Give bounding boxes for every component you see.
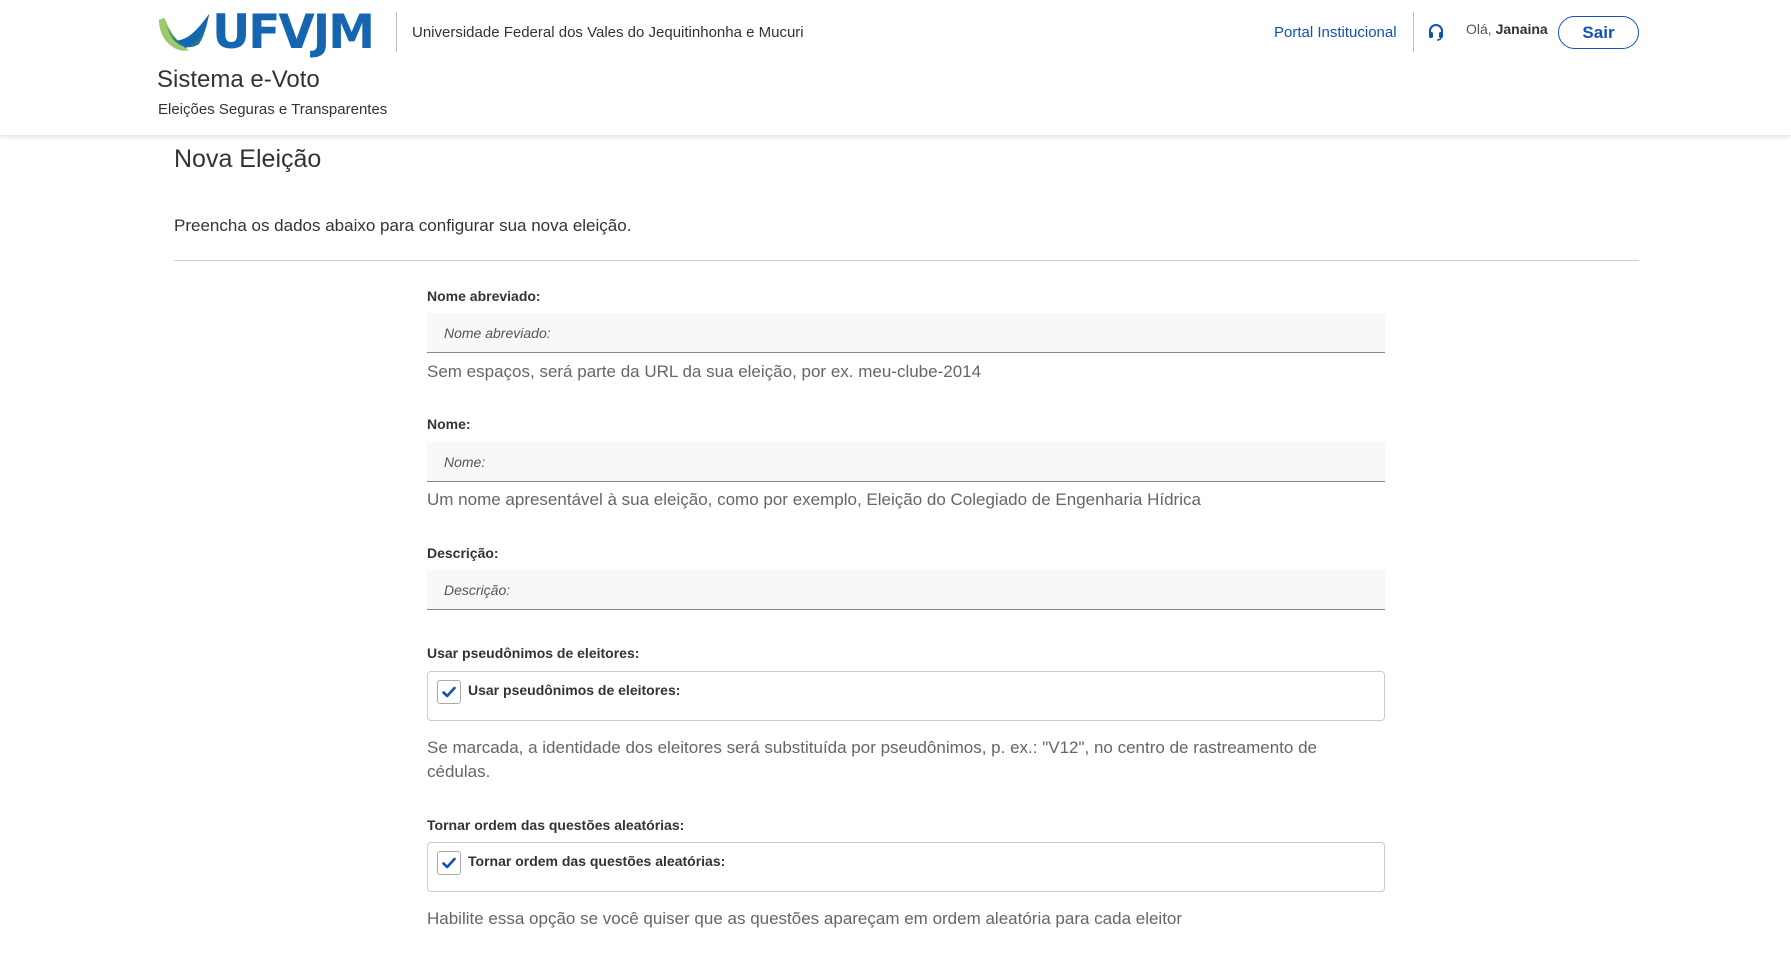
page-intro: Preencha os dados abaixo para configurar…	[174, 216, 632, 235]
content-divider	[174, 260, 1639, 261]
top-header: UFVJM Universidade Federal dos Vales do …	[0, 0, 1791, 135]
logout-button[interactable]: Sair	[1558, 16, 1639, 49]
university-name: Universidade Federal dos Vales do Jequit…	[412, 24, 804, 41]
name-help: Um nome apresentável à sua eleição, como…	[427, 490, 1201, 509]
random-order-checkbox[interactable]	[437, 851, 461, 875]
portal-institucional-link[interactable]: Portal Institucional	[1274, 24, 1397, 41]
description-label: Descrição:	[427, 545, 499, 561]
short-name-label: Nome abreviado:	[427, 288, 541, 304]
greeting-text: Olá,	[1466, 21, 1492, 37]
pseudonyms-checkbox[interactable]	[437, 680, 461, 704]
system-subtitle: Eleições Seguras e Transparentes	[158, 101, 388, 118]
logo-text: UFVJM	[212, 5, 375, 60]
pseudonyms-checkbox-container: Usar pseudônimos de eleitores:	[427, 671, 1385, 721]
random-order-checkbox-label[interactable]: Tornar ordem das questões aleatórias:	[468, 853, 725, 869]
system-title: Sistema e-Voto	[157, 66, 320, 93]
checkmark-icon	[442, 857, 456, 869]
random-order-help: Habilite essa opção se você quiser que a…	[427, 909, 1183, 928]
leaf-logo-icon	[158, 14, 210, 51]
checkmark-icon	[442, 686, 456, 698]
short-name-help: Sem espaços, será parte da URL da sua el…	[427, 362, 982, 381]
name-label: Nome:	[427, 416, 471, 432]
headset-icon[interactable]	[1427, 23, 1445, 41]
pseudonyms-help: Se marcada, a identidade dos eleitores s…	[427, 738, 1317, 781]
header-divider	[396, 12, 397, 52]
user-name: Janaina	[1495, 21, 1548, 37]
short-name-input[interactable]	[427, 313, 1385, 353]
page-title: Nova Eleição	[174, 145, 322, 173]
description-input[interactable]	[427, 570, 1385, 610]
pseudonyms-label: Usar pseudônimos de eleitores:	[427, 645, 640, 661]
random-order-checkbox-container: Tornar ordem das questões aleatórias:	[427, 842, 1385, 892]
user-greeting: Olá, Janaina	[1466, 21, 1548, 37]
random-order-label: Tornar ordem das questões aleatórias:	[427, 817, 685, 833]
header-divider-right	[1413, 12, 1414, 52]
name-input[interactable]	[427, 442, 1385, 482]
pseudonyms-checkbox-label[interactable]: Usar pseudônimos de eleitores:	[468, 682, 680, 698]
ufvjm-logo[interactable]: UFVJM	[157, 5, 375, 60]
